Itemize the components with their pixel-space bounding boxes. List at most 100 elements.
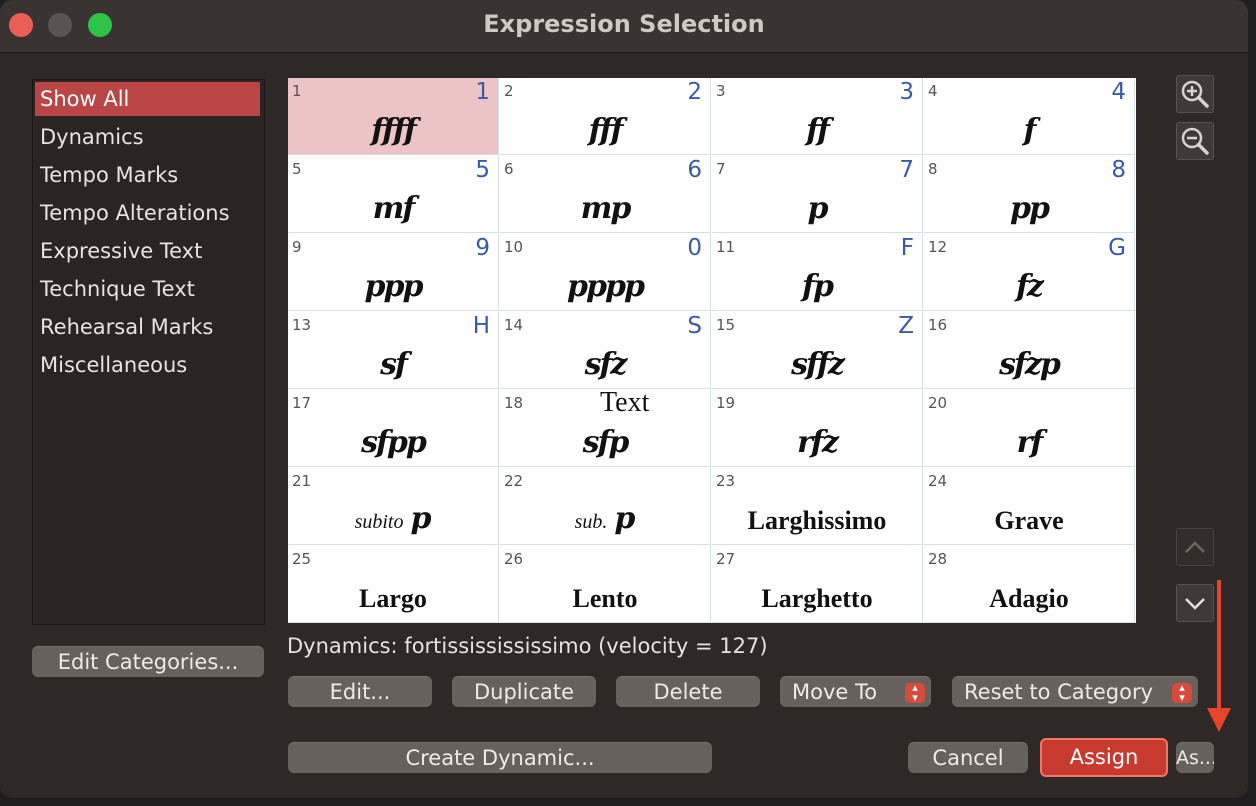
zoom-out-button[interactable] [1176,122,1214,160]
reset-to-category-select[interactable]: Reset to Category ▴ ▾ [952,676,1198,707]
create-dynamic-button[interactable]: Create Dynamic... [288,742,712,773]
expression-cell[interactable]: 2 2 fff [500,78,711,155]
shortcut-key: 9 [475,235,490,261]
expression-cell[interactable]: 28 Adagio [924,546,1135,623]
mark-dynamic: p [614,501,636,536]
expression-cell[interactable]: 13 Hsf [288,312,499,389]
category-item[interactable]: Miscellaneous [33,346,264,384]
expression-mark: p [807,191,829,226]
category-item[interactable]: Rehearsal Marks [33,308,264,346]
scroll-up-button[interactable] [1176,528,1214,566]
expression-cell[interactable]: 12 Gfz [924,234,1135,311]
expression-cell[interactable]: 1 1 ffff [288,78,499,155]
category-item[interactable]: Expressive Text [33,232,264,270]
zoom-out-icon [1181,127,1209,155]
cell-number: 17 [292,394,312,412]
assign-button[interactable]: Assign [1040,738,1168,777]
expression-cell[interactable]: 15 Zsffz [712,312,923,389]
cell-number: 16 [928,316,948,334]
expression-cell[interactable]: 10 0 pppp [500,234,711,311]
cell-number: 8 [928,160,938,178]
expression-cell[interactable]: 24 Grave [924,468,1135,545]
category-list[interactable]: Show All Dynamics Tempo Marks Tempo Alterat… [32,79,265,625]
cell-number: 4 [928,82,938,100]
selection-status: Dynamics: fortississississimo (velocity … [287,634,768,658]
expression-cell[interactable]: 22 sub. p [500,468,711,545]
shortcut-key: Z [898,313,914,339]
expression-cell[interactable]: 7 7 p [712,156,923,233]
shortcut-key: 2 [687,79,702,105]
cell-number: 13 [292,316,312,334]
cell-number: 18 [504,394,524,412]
shortcut-key: 4 [1111,79,1126,105]
expression-mark: Adagio [989,584,1069,613]
chevron-down-icon [1185,598,1205,610]
category-item[interactable]: Show All [35,82,260,116]
mark-prefix: sub. [574,511,608,533]
cell-number: 26 [504,550,524,568]
move-to-label: Move To [792,680,878,704]
expression-cell[interactable]: 19 rfz [712,390,923,467]
expression-cell[interactable]: 21 subito p [288,468,499,545]
expression-grid: 1 1 ffff 2 2 fff 3 3 ff 4 4 f 5 5 mf 6 6 mp 7 7 p 8 8 pp 9 9 ppp 10… [288,78,1136,623]
shortcut-key: H [472,313,490,339]
cell-number: 15 [716,316,736,334]
expression-mark: subito p [288,501,498,536]
expression-cell[interactable]: 20 rf [924,390,1135,467]
cell-number: 23 [716,472,736,490]
edit-categories-button[interactable]: Edit Categories... [32,646,264,677]
title-bar: Expression Selection [0,0,1248,53]
zoom-in-icon [1181,80,1209,108]
expression-cell[interactable]: 8 8 pp [924,156,1135,233]
cell-number: 19 [716,394,736,412]
expression-cell[interactable]: 11 Ffp [712,234,923,311]
cancel-button[interactable]: Cancel [908,742,1028,773]
mark-prefix: subito [354,511,404,533]
category-item[interactable]: Tempo Alterations [33,194,264,232]
expression-cell[interactable]: 25 Largo [288,546,499,623]
cell-number: 12 [928,238,948,256]
expression-mark: sub. p [500,501,710,536]
expression-cell[interactable]: 23 Larghissimo [712,468,923,545]
cell-number: 24 [928,472,948,490]
category-item[interactable]: Dynamics [33,118,264,156]
duplicate-button[interactable]: Duplicate [452,676,596,707]
cell-number: 14 [504,316,524,334]
expression-cell[interactable]: 27 Larghetto [712,546,923,623]
expression-cell[interactable]: 16 sfzp [924,312,1135,389]
shortcut-key: 1 [475,79,490,105]
expression-cell[interactable]: 26 Lento [500,546,711,623]
category-item[interactable]: Tempo Marks [33,156,264,194]
expression-cell[interactable]: 17 sfpp [288,390,499,467]
stepper-icon: ▴ ▾ [1172,682,1192,703]
edit-button[interactable]: Edit... [288,676,432,707]
scroll-down-button[interactable] [1176,584,1214,622]
reset-to-category-label: Reset to Category [964,680,1154,704]
cell-number: 2 [504,82,514,100]
expression-mark: pp [1010,191,1050,226]
expression-cell[interactable]: 9 9 ppp [288,234,499,311]
assign-options-button[interactable]: As... [1176,742,1214,773]
cell-number: 20 [928,394,948,412]
cell-number: 11 [716,238,736,256]
expression-mark: sfpp [361,425,427,460]
expression-cell[interactable]: 3 3 ff [712,78,923,155]
expression-cell[interactable]: 14 Ssfz [500,312,711,389]
expression-mark: rf [1016,425,1044,460]
expression-cell[interactable]: 6 6 mp [500,156,711,233]
shortcut-key: 5 [475,157,490,183]
expression-mark: mf [372,191,416,226]
expression-mark: Largo [359,584,427,613]
expression-cell[interactable]: 5 5 mf [288,156,499,233]
expression-mark: ff [806,113,830,148]
cell-number: 1 [292,82,302,100]
expression-cell[interactable]: 18 Text sfp [500,387,711,467]
shortcut-key: 8 [1111,157,1126,183]
zoom-in-button[interactable] [1176,75,1214,113]
category-item[interactable]: Technique Text [33,270,264,308]
expression-mark: sffz [791,347,845,382]
delete-button[interactable]: Delete [616,676,760,707]
expression-mark: pppp [567,269,645,304]
move-to-select[interactable]: Move To ▴ ▾ [780,676,931,707]
expression-cell[interactable]: 4 4 f [924,78,1135,155]
